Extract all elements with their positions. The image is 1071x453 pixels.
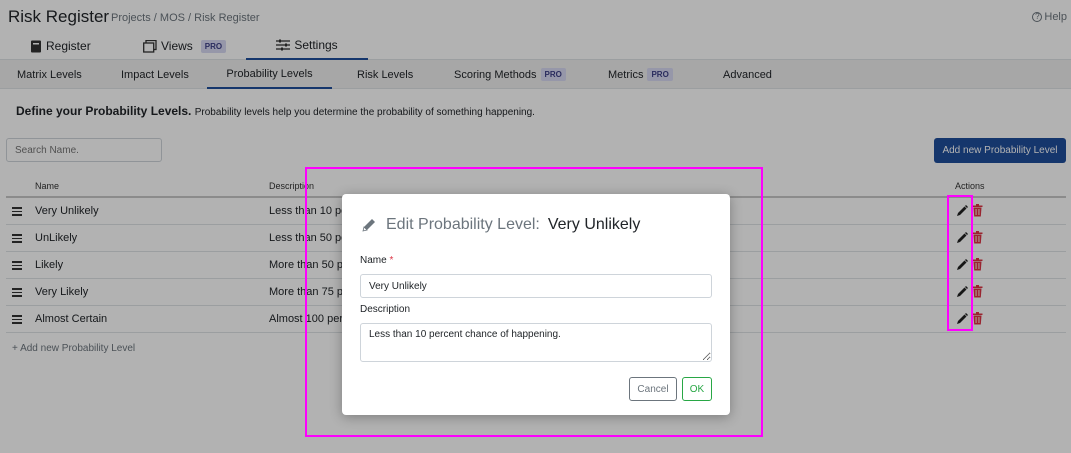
required-mark: * [389, 255, 394, 266]
pencil-icon [362, 219, 375, 232]
dialog-title-value: Very Unlikely [547, 216, 641, 233]
dialog-title-prefix: Edit Probability Level: [386, 216, 540, 233]
dialog-title: Edit Probability Level: Very Unlikely [360, 216, 640, 234]
description-label: Description [360, 304, 411, 315]
name-field[interactable] [360, 274, 712, 298]
name-label: Name * [360, 255, 393, 266]
name-label-text: Name [360, 255, 387, 266]
description-field[interactable]: Less than 10 percent chance of happening… [360, 323, 712, 362]
cancel-button[interactable]: Cancel [629, 377, 677, 401]
edit-probability-level-dialog: Edit Probability Level: Very Unlikely Na… [342, 194, 730, 415]
highlight-box-actions [947, 195, 973, 331]
ok-button[interactable]: OK [682, 377, 712, 401]
